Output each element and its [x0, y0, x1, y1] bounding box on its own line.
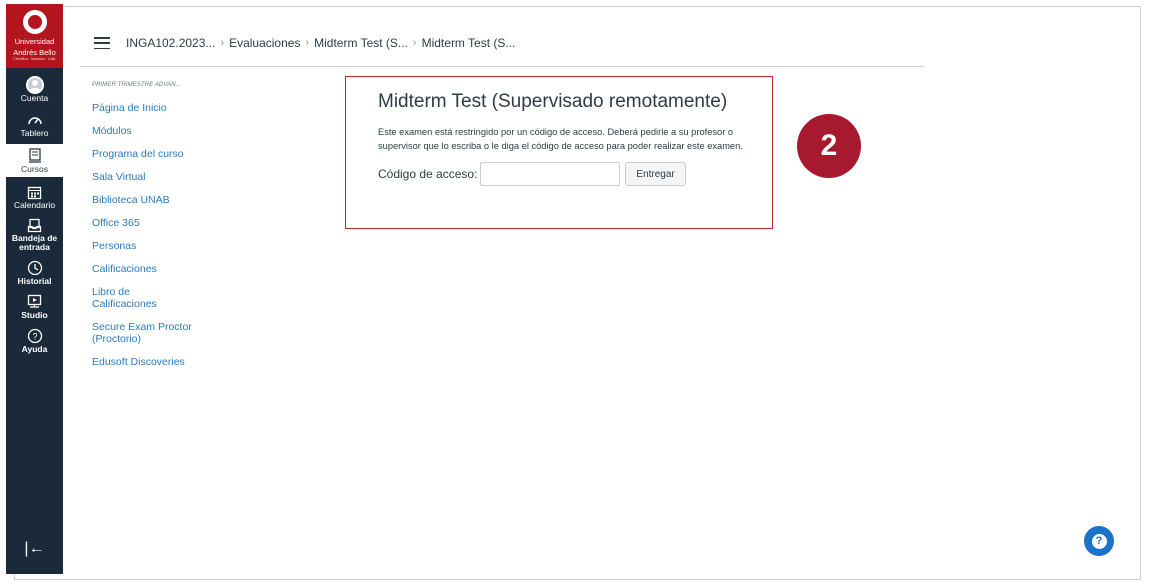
chevron-right-icon: ›	[305, 37, 310, 49]
global-nav-history[interactable]: Historial	[6, 259, 63, 286]
university-name-line1: Universidad	[14, 37, 55, 46]
university-name-line2: Andrés Bello	[13, 48, 56, 57]
access-code-panel: Midterm Test (Supervisado remotamente) E…	[345, 76, 773, 229]
global-nav-label: Tablero	[20, 128, 49, 138]
course-nav-people[interactable]: Personas	[92, 240, 202, 252]
course-nav-library[interactable]: Biblioteca UNAB	[92, 194, 202, 206]
course-nav-office365[interactable]: Office 365	[92, 217, 202, 229]
breadcrumb-quiz[interactable]: Midterm Test (S...	[314, 36, 408, 50]
breadcrumb-bar: INGA102.2023... › Evaluaciones › Midterm…	[80, 20, 924, 67]
course-nav-gradebook[interactable]: Libro de Calificaciones	[92, 286, 162, 310]
breadcrumb: INGA102.2023... › Evaluaciones › Midterm…	[126, 36, 515, 50]
course-nav: PRIMER TRIMESTRE ADVAN... Página de Inic…	[92, 82, 202, 379]
access-code-input[interactable]	[480, 162, 621, 186]
question-mark-icon: ?	[1091, 533, 1107, 549]
account-icon	[25, 76, 44, 94]
global-nav-label: Cuenta	[20, 93, 49, 103]
course-nav-virtual-room[interactable]: Sala Virtual	[92, 171, 202, 183]
global-nav-label: Cursos	[21, 164, 48, 174]
breadcrumb-evaluations[interactable]: Evaluaciones	[229, 36, 300, 50]
university-tagline: Científica · Inclusiva · Líder	[13, 57, 56, 61]
course-nav-modules[interactable]: Módulos	[92, 125, 202, 137]
course-term-label: PRIMER TRIMESTRE ADVAN...	[92, 82, 181, 88]
university-logo[interactable]: Universidad Andrés Bello Científica · In…	[6, 4, 63, 68]
breadcrumb-current: Midterm Test (S...	[421, 36, 516, 50]
calendar-icon	[27, 183, 42, 201]
access-code-description: Este examen está restringido por un códi…	[378, 127, 743, 151]
global-nav: Universidad Andrés Bello Científica · In…	[6, 4, 63, 574]
step-number-badge: 2	[797, 114, 861, 178]
submit-button[interactable]: Entregar	[625, 162, 686, 186]
courses-icon	[28, 147, 42, 165]
course-nav-edusoft[interactable]: Edusoft Discoveries	[92, 356, 202, 368]
global-nav-label: Historial	[17, 276, 52, 286]
svg-text:?: ?	[32, 332, 37, 342]
course-nav-grades[interactable]: Calificaciones	[92, 263, 202, 275]
global-nav-label: Studio	[21, 310, 48, 320]
help-floating-button[interactable]: ?	[1084, 526, 1114, 556]
global-nav-inbox[interactable]: Bandeja de entrada	[6, 216, 63, 252]
collapse-nav-icon[interactable]: |←	[24, 540, 44, 558]
page-title: Midterm Test (Supervisado remotamente)	[378, 91, 728, 112]
course-nav-syllabus[interactable]: Programa del curso	[92, 148, 202, 160]
global-nav-dashboard[interactable]: Tablero	[6, 111, 63, 138]
university-seal-icon	[22, 10, 47, 34]
studio-icon	[27, 293, 42, 311]
global-nav-courses[interactable]: Cursos	[6, 144, 63, 177]
course-nav-home[interactable]: Página de Inicio	[92, 102, 202, 114]
global-nav-calendar[interactable]: Calendario	[6, 183, 63, 210]
global-nav-label: Calendario	[13, 200, 56, 210]
history-icon	[27, 259, 43, 277]
inbox-icon	[27, 216, 42, 234]
global-nav-help[interactable]: ? Ayuda	[6, 327, 63, 354]
global-nav-label: Bandeja de entrada	[11, 233, 58, 252]
breadcrumb-course[interactable]: INGA102.2023...	[126, 36, 215, 50]
chevron-right-icon: ›	[220, 37, 225, 49]
course-nav-proctorio[interactable]: Secure Exam Proctor (Proctorio)	[92, 321, 197, 345]
dashboard-icon	[27, 111, 43, 129]
hamburger-menu-icon[interactable]	[94, 37, 110, 49]
access-code-row: Código de acceso: Entregar	[378, 162, 772, 186]
global-nav-account[interactable]: Cuenta	[6, 76, 63, 103]
global-nav-label: Ayuda	[21, 344, 48, 354]
global-nav-studio[interactable]: Studio	[6, 293, 63, 320]
chevron-right-icon: ›	[412, 37, 417, 49]
help-icon: ?	[27, 327, 43, 345]
access-code-label: Código de acceso:	[378, 167, 478, 181]
